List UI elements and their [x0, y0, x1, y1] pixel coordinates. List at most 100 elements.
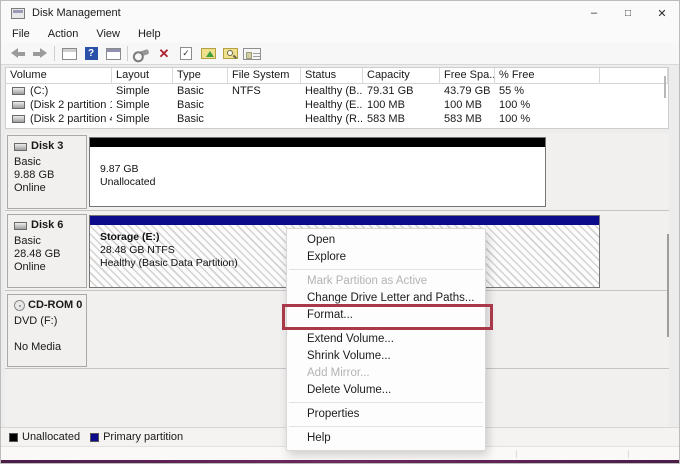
column-header-pctfree[interactable]: % Free — [495, 68, 600, 84]
disk-status: Online — [14, 182, 86, 195]
disk-size: 9.88 GB — [14, 169, 86, 182]
column-header-status[interactable]: Status — [301, 68, 363, 84]
menu-view[interactable]: View — [87, 25, 129, 43]
volume-type: Basic — [173, 85, 228, 97]
disk-status: No Media — [14, 341, 86, 354]
primary-partition-strip — [90, 216, 599, 225]
toolbar-separator — [54, 46, 55, 61]
disk-name: Disk 3 — [31, 140, 63, 153]
column-header-capacity[interactable]: Capacity — [363, 68, 440, 84]
volume-freespace: 100 MB — [440, 99, 495, 111]
row-divider — [5, 210, 669, 211]
table-row[interactable]: (Disk 2 partition 1) Simple Basic Health… — [6, 98, 668, 112]
disk-type: DVD (F:) — [14, 315, 86, 328]
menu-item-explore[interactable]: Explore — [287, 249, 485, 266]
volume-name: (C:) — [30, 85, 48, 97]
volume-pctfree: 100 % — [495, 113, 600, 125]
disk-name: CD-ROM 0 — [28, 299, 82, 312]
partition-size: 9.87 GB — [100, 163, 155, 176]
volume-icon — [12, 101, 25, 109]
forward-button[interactable] — [29, 45, 51, 63]
volume-layout: Simple — [112, 99, 173, 111]
unallocated-strip — [90, 138, 545, 147]
toolbar-separator — [127, 46, 128, 61]
menu-item-change-drive-letter[interactable]: Change Drive Letter and Paths... — [287, 290, 485, 307]
minimize-button[interactable]: – — [577, 1, 611, 25]
export-button[interactable] — [197, 45, 219, 63]
cdrom-label-panel[interactable]: CD-ROM 0 DVD (F:) No Media — [7, 294, 87, 367]
partition-name: Storage (E:) — [100, 231, 238, 244]
back-arrow-icon — [11, 49, 25, 58]
disk6-label-panel[interactable]: Disk 6 Basic 28.48 GB Online — [7, 214, 87, 288]
title-bar: Disk Management – □ ✕ — [1, 1, 679, 25]
menu-item-properties[interactable]: Properties — [287, 406, 485, 423]
column-header-layout[interactable]: Layout — [112, 68, 173, 84]
menu-item-shrink-volume[interactable]: Shrink Volume... — [287, 348, 485, 365]
menu-action[interactable]: Action — [39, 25, 88, 43]
volume-capacity: 583 MB — [363, 113, 440, 125]
disk-status: Online — [14, 261, 86, 274]
disk3-label-panel[interactable]: Disk 3 Basic 9.88 GB Online — [7, 135, 87, 209]
action-pane-icon — [106, 48, 121, 60]
menu-separator — [289, 327, 483, 328]
cd-icon — [14, 300, 25, 311]
menu-help[interactable]: Help — [129, 25, 170, 43]
close-button[interactable]: ✕ — [645, 1, 679, 25]
disk-type: Basic — [14, 235, 86, 248]
disk-icon — [14, 143, 27, 151]
menu-item-help[interactable]: Help — [287, 430, 485, 447]
tool-button[interactable] — [131, 45, 153, 63]
properties-button[interactable] — [241, 45, 263, 63]
status-separator — [516, 450, 517, 458]
volume-pctfree: 55 % — [495, 85, 600, 97]
volume-status: Healthy (E... — [301, 99, 363, 111]
action-pane-button[interactable] — [102, 45, 124, 63]
menu-item-extend-volume[interactable]: Extend Volume... — [287, 331, 485, 348]
column-header-type[interactable]: Type — [173, 68, 228, 84]
table-row[interactable]: (C:) Simple Basic NTFS Healthy (B... 79.… — [6, 84, 668, 98]
primary-partition-legend-swatch — [90, 433, 99, 442]
menu-file[interactable]: File — [3, 25, 39, 43]
check-icon: ✓ — [180, 47, 192, 60]
table-row[interactable]: (Disk 2 partition 4) Simple Basic Health… — [6, 112, 668, 126]
find-button[interactable] — [219, 45, 241, 63]
partition-context-menu: Open Explore Mark Partition as Active Ch… — [286, 228, 486, 451]
volume-layout: Simple — [112, 113, 173, 125]
disk-icon — [14, 222, 27, 230]
window-title: Disk Management — [32, 7, 121, 19]
unallocated-legend-swatch — [9, 433, 18, 442]
folder-search-icon — [223, 48, 238, 59]
menu-bar: File Action View Help — [1, 25, 679, 43]
legend-label: Primary partition — [103, 431, 183, 443]
maximize-button[interactable]: □ — [611, 1, 645, 25]
volume-icon — [12, 87, 25, 95]
menu-item-format[interactable]: Format... — [287, 307, 485, 324]
partition-detail: 28.48 GB NTFS — [100, 244, 238, 257]
folder-up-icon — [201, 48, 216, 59]
menu-item-delete-volume[interactable]: Delete Volume... — [287, 382, 485, 399]
delete-button[interactable]: ✕ — [153, 45, 175, 63]
volume-status: Healthy (B... — [301, 85, 363, 97]
back-button[interactable] — [7, 45, 29, 63]
volume-pctfree: 100 % — [495, 99, 600, 111]
list-scrollbar[interactable] — [664, 76, 666, 98]
disk3-unallocated-bar[interactable]: 9.87 GB Unallocated — [89, 137, 546, 207]
column-header-freespace[interactable]: Free Spa... — [440, 68, 495, 84]
volume-freespace: 43.79 GB — [440, 85, 495, 97]
volume-list-pane: Volume Layout Type File System Status Ca… — [5, 67, 669, 129]
console-tree-button[interactable] — [58, 45, 80, 63]
volume-filesystem: NTFS — [228, 85, 301, 97]
menu-item-open[interactable]: Open — [287, 232, 485, 249]
menu-separator — [289, 269, 483, 270]
column-header-filesystem[interactable]: File System — [228, 68, 301, 84]
menu-separator — [289, 402, 483, 403]
help-button[interactable]: ? — [80, 45, 102, 63]
menu-item-add-mirror: Add Mirror... — [287, 365, 485, 382]
pane-scrollbar[interactable] — [667, 234, 669, 337]
volume-layout: Simple — [112, 85, 173, 97]
check-button[interactable]: ✓ — [175, 45, 197, 63]
legend-label: Unallocated — [22, 431, 80, 443]
column-header-volume[interactable]: Volume — [6, 68, 112, 84]
volume-name: (Disk 2 partition 1) — [30, 99, 112, 111]
volume-capacity: 79.31 GB — [363, 85, 440, 97]
